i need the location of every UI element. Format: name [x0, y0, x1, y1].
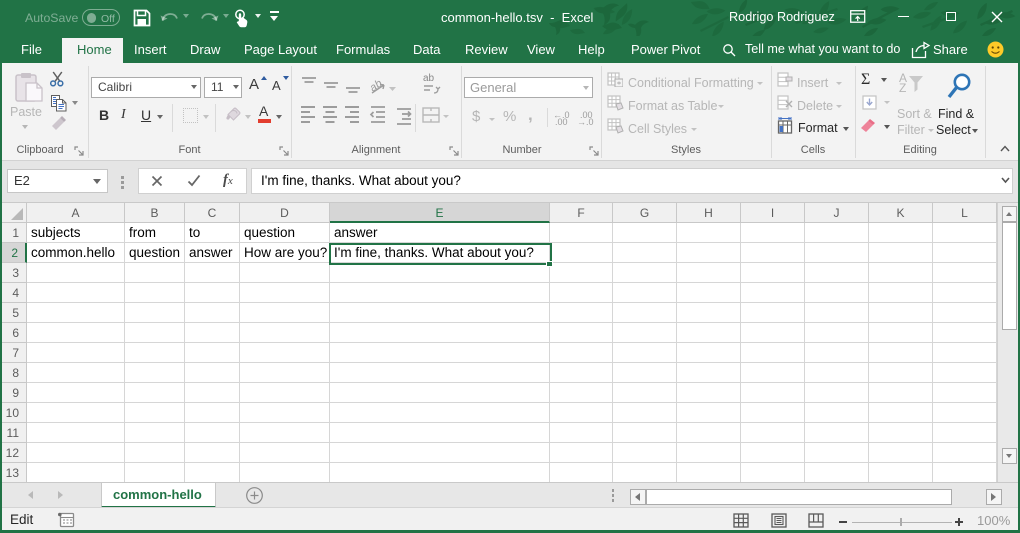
svg-text:ab: ab — [423, 73, 435, 84]
